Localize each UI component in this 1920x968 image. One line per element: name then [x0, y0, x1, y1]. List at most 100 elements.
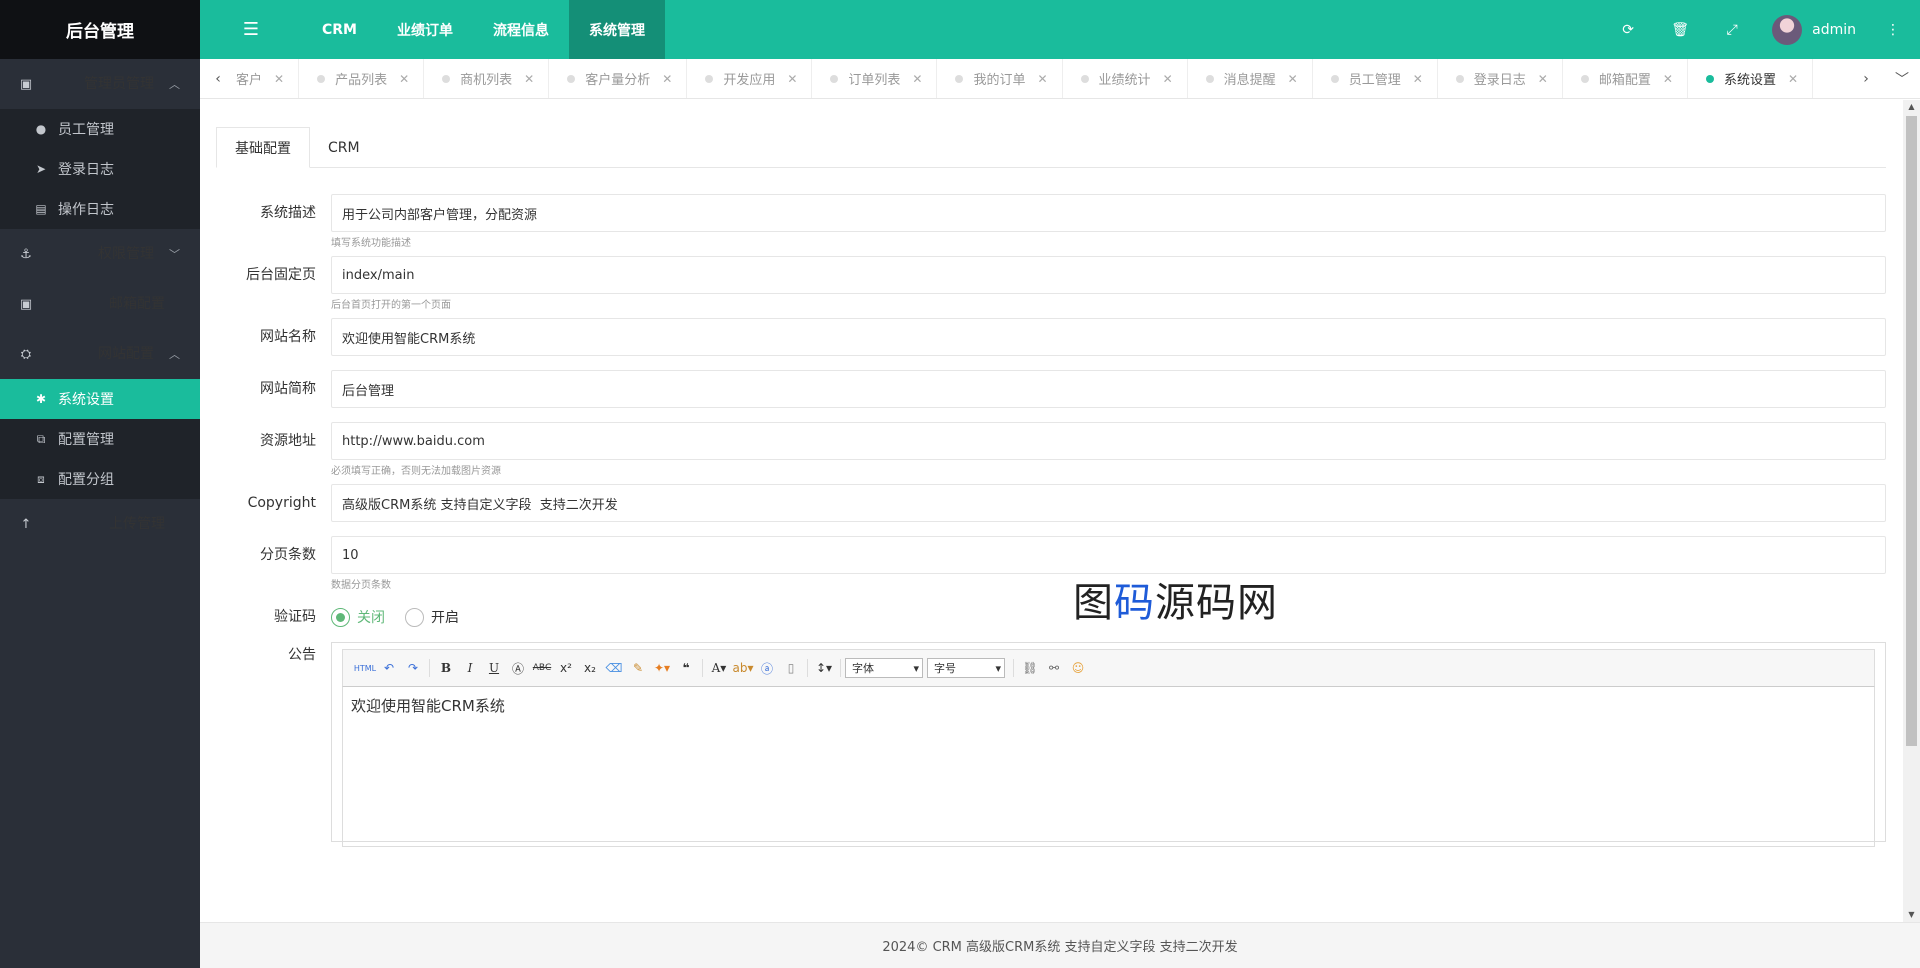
tab-menu-chevron-down-icon[interactable]: ﹀ — [1884, 59, 1920, 98]
sidebar-item-config-manage[interactable]: ⧉ 配置管理 — [0, 419, 200, 459]
font-border-icon[interactable]: Ⓐ — [506, 657, 530, 679]
clear-doc-icon[interactable]: ▯ — [779, 657, 803, 679]
page-tab[interactable]: 系统设置 ✕ — [1688, 59, 1814, 98]
nav-system[interactable]: 系统管理 — [569, 0, 665, 59]
format-brush-icon[interactable]: ✎ — [626, 657, 650, 679]
user-badge-icon: ▣ — [19, 76, 33, 92]
page-tab[interactable]: 登录日志 ✕ — [1438, 59, 1563, 98]
user-name[interactable]: admin — [1812, 22, 1856, 38]
link-icon[interactable]: ⛓ — [1018, 657, 1042, 679]
captcha-on-radio[interactable]: 开启 — [405, 607, 459, 627]
trash-icon[interactable]: 🗑 — [1654, 22, 1706, 38]
select-all-icon[interactable]: ⓐ — [755, 657, 779, 679]
tab-close-icon[interactable]: ✕ — [1037, 72, 1047, 86]
auto-format-icon[interactable]: ✦▾ — [650, 657, 674, 679]
scrollbar-thumb[interactable] — [1906, 116, 1917, 746]
page-size-input[interactable] — [331, 536, 1886, 574]
tab-close-icon[interactable]: ✕ — [912, 72, 922, 86]
system-desc-input[interactable] — [331, 194, 1886, 232]
italic-icon[interactable]: I — [458, 657, 482, 679]
tab-close-icon[interactable]: ✕ — [274, 72, 284, 86]
menu-toggle-icon[interactable]: ☰ — [200, 19, 302, 40]
html-source-icon[interactable]: HTML — [353, 657, 377, 679]
nav-crm[interactable]: CRM — [302, 0, 377, 59]
sidebar-group-label: 管理员管理 — [84, 76, 154, 92]
more-vertical-icon[interactable]: ⋮ — [1886, 22, 1900, 38]
tab-close-icon[interactable]: ✕ — [1663, 72, 1673, 86]
sidebar-item-op-log[interactable]: ▤ 操作日志 — [0, 189, 200, 229]
subscript-icon[interactable]: x₂ — [578, 657, 602, 679]
font-color-icon[interactable]: A▾ — [707, 657, 731, 679]
tab-close-icon[interactable]: ✕ — [1163, 72, 1173, 86]
avatar[interactable] — [1772, 14, 1803, 45]
page-tab[interactable]: 业绩统计 ✕ — [1063, 59, 1188, 98]
tab-close-icon[interactable]: ✕ — [662, 72, 672, 86]
sidebar-group-upload[interactable]: ↑ 上传管理 — [0, 499, 200, 549]
page-tab[interactable]: 商机列表 ✕ — [424, 59, 550, 98]
emoji-icon[interactable]: ☺ — [1066, 657, 1090, 679]
tab-close-icon[interactable]: ✕ — [1413, 72, 1423, 86]
background-color-icon[interactable]: ab▾ — [731, 657, 755, 679]
nav-process[interactable]: 流程信息 — [473, 0, 569, 59]
tab-scroll-left-icon[interactable]: ‹ — [200, 59, 236, 98]
sidebar-item-config-group[interactable]: ⧈ 配置分组 — [0, 459, 200, 499]
line-height-icon[interactable]: ↕▾ — [812, 657, 836, 679]
home-page-input[interactable] — [331, 256, 1886, 294]
tab-close-icon[interactable]: ✕ — [787, 72, 797, 86]
blockquote-icon[interactable]: ❝ — [674, 657, 698, 679]
sidebar-group-mail[interactable]: ▣ 邮箱配置 — [0, 279, 200, 329]
sidebar-group-admin[interactable]: ▣ 管理员管理 ︿ — [0, 59, 200, 109]
radio-unchecked-icon — [405, 607, 424, 627]
tab-status-dot-icon — [1580, 74, 1589, 83]
tab-scroll-right-icon[interactable]: › — [1848, 59, 1884, 98]
main-content: 基础配置 CRM 系统描述 填写系统功能描述 后台固定页 后台首页打开的第一个页… — [200, 100, 1903, 922]
undo-icon[interactable]: ↶ — [377, 657, 401, 679]
captcha-off-radio[interactable]: 关闭 — [331, 607, 385, 627]
tab-close-icon[interactable]: ✕ — [1788, 72, 1798, 86]
font-family-select[interactable]: 字体 ▾ — [845, 658, 923, 678]
superscript-icon[interactable]: x² — [554, 657, 578, 679]
tab-close-icon[interactable]: ✕ — [524, 72, 534, 86]
page-tab[interactable]: 我的订单 ✕ — [937, 59, 1063, 98]
sidebar-group-permission[interactable]: ⚓ 权限管理 ﹀ — [0, 229, 200, 279]
tab-crm[interactable]: CRM — [310, 127, 378, 168]
page-tab[interactable]: 消息提醒 ✕ — [1188, 59, 1313, 98]
sidebar-item-label: 操作日志 — [58, 202, 114, 218]
scroll-up-arrow-icon[interactable]: ▲ — [1903, 100, 1920, 114]
site-short-input[interactable] — [331, 370, 1886, 408]
page-tab[interactable]: 开发应用 ✕ — [687, 59, 813, 98]
sidebar-item-login-log[interactable]: ➤ 登录日志 — [0, 149, 200, 189]
tab-close-icon[interactable]: ✕ — [399, 72, 409, 86]
tab-basic-config[interactable]: 基础配置 — [216, 127, 310, 168]
site-name-input[interactable] — [331, 318, 1886, 356]
strikethrough-icon[interactable]: ABC — [530, 657, 554, 679]
scroll-down-arrow-icon[interactable]: ▼ — [1903, 908, 1920, 922]
vertical-scrollbar[interactable]: ▲ ▼ — [1903, 100, 1920, 922]
resource-url-input[interactable] — [331, 422, 1886, 460]
refresh-icon[interactable]: ⟳ — [1602, 22, 1654, 38]
page-tab[interactable]: 订单列表 ✕ — [812, 59, 938, 98]
watermark-part2: 码 — [1114, 580, 1155, 626]
editor-content[interactable]: 欢迎使用智能CRM系统 — [342, 687, 1875, 847]
fullscreen-icon[interactable]: ⤢ — [1706, 22, 1758, 38]
underline-icon[interactable]: U — [482, 657, 506, 679]
radio-checked-icon — [331, 607, 350, 627]
tab-close-icon[interactable]: ✕ — [1288, 72, 1298, 86]
sidebar-item-system-settings[interactable]: ✱ 系统设置 — [0, 379, 200, 419]
form-row-captcha: 验证码 关闭 开启 — [216, 598, 1886, 636]
copyright-input[interactable] — [331, 484, 1886, 522]
unlink-icon[interactable]: ⚯ — [1042, 657, 1066, 679]
page-tab[interactable]: 产品列表 ✕ — [299, 59, 425, 98]
sidebar-item-staff[interactable]: ● 员工管理 — [0, 109, 200, 149]
page-tab[interactable]: 员工管理 ✕ — [1313, 59, 1438, 98]
page-tab[interactable]: 邮箱配置 ✕ — [1563, 59, 1688, 98]
font-size-select[interactable]: 字号 ▾ — [927, 658, 1005, 678]
sidebar-group-site[interactable]: ⛭ 网站配置 ︿ — [0, 329, 200, 379]
redo-icon[interactable]: ↷ — [401, 657, 425, 679]
page-tab[interactable]: 客户 ✕ — [236, 59, 300, 98]
eraser-icon[interactable]: ⌫ — [602, 657, 626, 679]
bold-icon[interactable]: B — [434, 657, 458, 679]
tab-close-icon[interactable]: ✕ — [1538, 72, 1548, 86]
page-tab[interactable]: 客户量分析 ✕ — [549, 59, 688, 98]
nav-orders[interactable]: 业绩订单 — [377, 0, 473, 59]
